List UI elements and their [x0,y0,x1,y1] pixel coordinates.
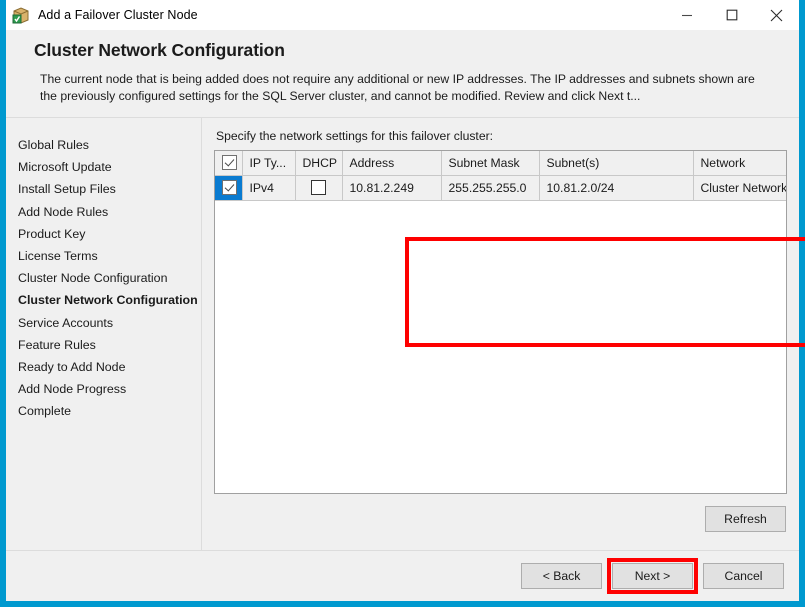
sidebar-item-install-setup-files[interactable]: Install Setup Files [18,178,201,200]
page-header: Cluster Network Configuration The curren… [6,30,799,118]
sidebar-item-add-node-rules[interactable]: Add Node Rules [18,201,201,223]
back-button[interactable]: < Back [521,563,602,589]
sidebar-item-service-accounts[interactable]: Service Accounts [18,312,201,334]
sidebar-item-cluster-node-configuration[interactable]: Cluster Node Configuration [18,267,201,289]
maximize-icon[interactable] [709,0,754,30]
minimize-icon[interactable] [664,0,709,30]
sidebar-item-add-node-progress[interactable]: Add Node Progress [18,378,201,400]
dialog-body: Global Rules Microsoft Update Install Setu… [6,118,805,551]
table-header: IP Ty... DHCP Address Subnet Mask Subnet(s) N… [215,151,786,176]
refresh-row: Refresh [214,506,787,532]
sidebar-item-feature-rules[interactable]: Feature Rules [18,334,201,356]
dialog-window: Add a Failover Cluster Node Cluster Netw… [0,0,805,607]
cell-dhcp[interactable] [295,175,343,201]
column-header-dhcp[interactable]: DHCP [295,151,343,176]
cell-subnet_mask: 255.255.255.0 [441,175,540,201]
select-all-header[interactable] [215,151,243,176]
sidebar-item-cluster-network-configuration[interactable]: Cluster Network Configuration [18,289,201,311]
network-settings-listview[interactable]: IP Ty... DHCP Address Subnet Mask Subnet(s) N… [214,150,787,494]
table-row[interactable]: IPv4 10.81.2.249 255.255.255.0 10.81.2.0/24… [215,175,786,201]
wizard-steps-sidebar: Global Rules Microsoft Update Install Setu… [6,118,202,550]
window-title: Add a Failover Cluster Node [38,8,198,22]
cell-network: Cluster Network 1 [693,175,786,201]
column-header-subnets[interactable]: Subnet(s) [539,151,694,176]
cell-address: 10.81.2.249 [342,175,442,201]
select-all-checkbox[interactable] [222,155,237,171]
sidebar-item-global-rules[interactable]: Global Rules [18,134,201,156]
title-bar: Add a Failover Cluster Node [6,0,799,30]
setup-package-icon [12,6,30,24]
sidebar-item-complete[interactable]: Complete [18,400,201,422]
dialog-footer: < Back Next > Cancel [6,551,799,601]
column-header-subnet_mask[interactable]: Subnet Mask [441,151,540,176]
instruction-label: Specify the network settings for this fa… [216,129,494,143]
column-header-network[interactable]: Network [693,151,786,176]
page-description: The current node that is being added doe… [40,72,755,103]
window-controls [664,0,799,30]
cancel-button[interactable]: Cancel [703,563,784,589]
sidebar-item-microsoft-update[interactable]: Microsoft Update [18,156,201,178]
cell-subnets: 10.81.2.0/24 [539,175,694,201]
dhcp-checkbox[interactable] [311,180,326,196]
refresh-button[interactable]: Refresh [705,506,786,532]
row-select-checkbox[interactable] [222,180,237,196]
cell-ip_type: IPv4 [242,175,296,201]
table-header-row: IP Ty... DHCP Address Subnet Mask Subnet(s) N… [215,151,786,176]
next-button[interactable]: Next > [612,563,693,589]
sidebar-item-license-terms[interactable]: License Terms [18,245,201,267]
column-header-ip_type[interactable]: IP Ty... [242,151,296,176]
page-title: Cluster Network Configuration [34,40,285,60]
column-header-address[interactable]: Address [342,151,442,176]
sidebar-item-product-key[interactable]: Product Key [18,223,201,245]
content-panel: Specify the network settings for this fa… [202,118,805,550]
network-settings-table: IP Ty... DHCP Address Subnet Mask Subnet(s) N… [215,151,786,201]
close-icon[interactable] [754,0,799,30]
row-select-cell[interactable] [215,175,243,201]
sidebar-item-ready-to-add-node[interactable]: Ready to Add Node [18,356,201,378]
table-body: IPv4 10.81.2.249 255.255.255.0 10.81.2.0/24… [215,175,786,201]
